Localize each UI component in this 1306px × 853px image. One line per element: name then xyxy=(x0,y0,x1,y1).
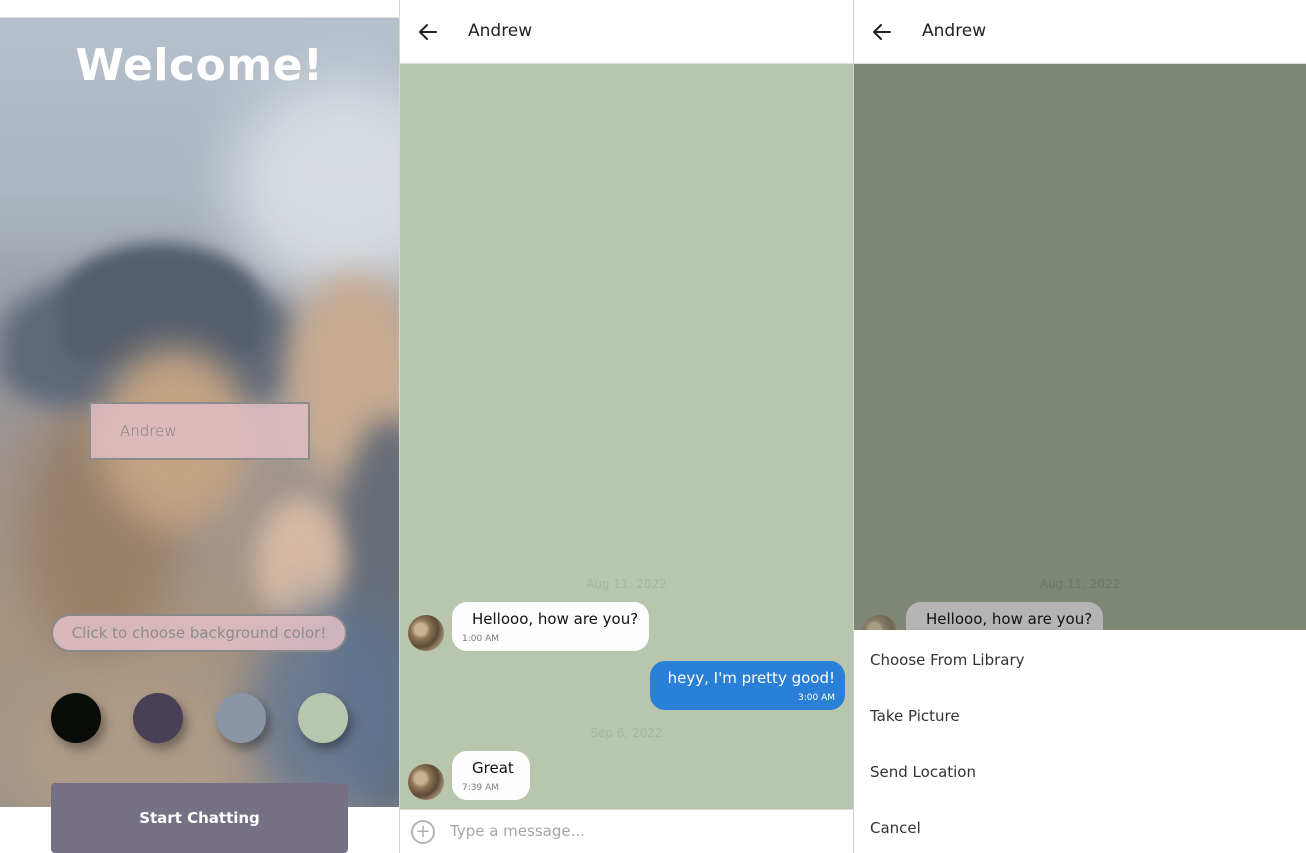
user-avatar xyxy=(862,615,898,630)
message-bubble[interactable]: Hellooo, how are you? 1:00 AM xyxy=(452,602,649,651)
choose-from-library-option[interactable]: Choose From Library xyxy=(870,651,1025,669)
color-swatch-sage-green[interactable] xyxy=(298,693,348,743)
message-time: 7:39 AM xyxy=(462,783,499,793)
chat-screen: Andrew Aug 11, 2022 Hellooo, how are you… xyxy=(399,0,853,853)
color-swatch-black[interactable] xyxy=(51,693,101,743)
chat-title: Andrew xyxy=(922,21,987,41)
top-bar xyxy=(0,0,399,18)
date-divider: Aug 11, 2022 xyxy=(586,577,667,591)
color-swatch-purple[interactable] xyxy=(133,693,183,743)
message-time: 3:00 AM xyxy=(798,693,835,703)
message-bubble[interactable]: Great 7:39 AM xyxy=(452,751,530,800)
message-text: Great xyxy=(472,759,514,777)
start-chatting-button[interactable]: Start Chatting xyxy=(51,783,348,853)
chat-screen-with-actions: Andrew Aug 11, 2022 Hellooo, how are you… xyxy=(853,0,1306,853)
message-time: 1:00 AM xyxy=(462,634,499,644)
color-swatch-gray-blue[interactable] xyxy=(216,693,266,743)
message-bubble[interactable]: heyy, I'm pretty good! 3:00 AM xyxy=(650,661,845,710)
message-list: Aug 11, 2022 Hellooo, how are you? xyxy=(854,64,1306,630)
message-text: Hellooo, how are you? xyxy=(926,610,1093,628)
send-location-option[interactable]: Send Location xyxy=(870,763,976,781)
plus-circle-icon[interactable]: + xyxy=(411,820,435,844)
message-text: heyy, I'm pretty good! xyxy=(667,669,835,687)
chat-header: Andrew xyxy=(400,0,853,64)
message-text: Hellooo, how are you? xyxy=(472,610,639,628)
user-avatar[interactable] xyxy=(408,615,444,651)
date-divider: Aug 11, 2022 xyxy=(1039,577,1121,591)
take-picture-option[interactable]: Take Picture xyxy=(870,707,960,725)
welcome-screen: Welcome! Andrew Click to choose backgrou… xyxy=(0,0,399,853)
chat-header: Andrew xyxy=(854,0,1306,64)
cancel-option[interactable]: Cancel xyxy=(870,819,921,837)
action-sheet: Choose From Library Take Picture Send Lo… xyxy=(854,630,1306,853)
message-composer: + Type a message... xyxy=(400,809,853,853)
name-input[interactable]: Andrew xyxy=(89,402,310,460)
message-input[interactable]: Type a message... xyxy=(450,822,585,840)
arrow-left-icon[interactable] xyxy=(416,20,440,44)
chat-title: Andrew xyxy=(468,21,533,41)
user-avatar[interactable] xyxy=(408,764,444,800)
message-list[interactable]: Aug 11, 2022 Hellooo, how are you? 1:00 … xyxy=(400,64,853,809)
message-bubble: Hellooo, how are you? xyxy=(906,602,1103,630)
choose-background-color-prompt: Click to choose background color! xyxy=(51,614,347,652)
date-divider: Sep 6, 2022 xyxy=(590,726,663,740)
arrow-left-icon[interactable] xyxy=(870,20,894,44)
welcome-title: Welcome! xyxy=(75,40,324,91)
